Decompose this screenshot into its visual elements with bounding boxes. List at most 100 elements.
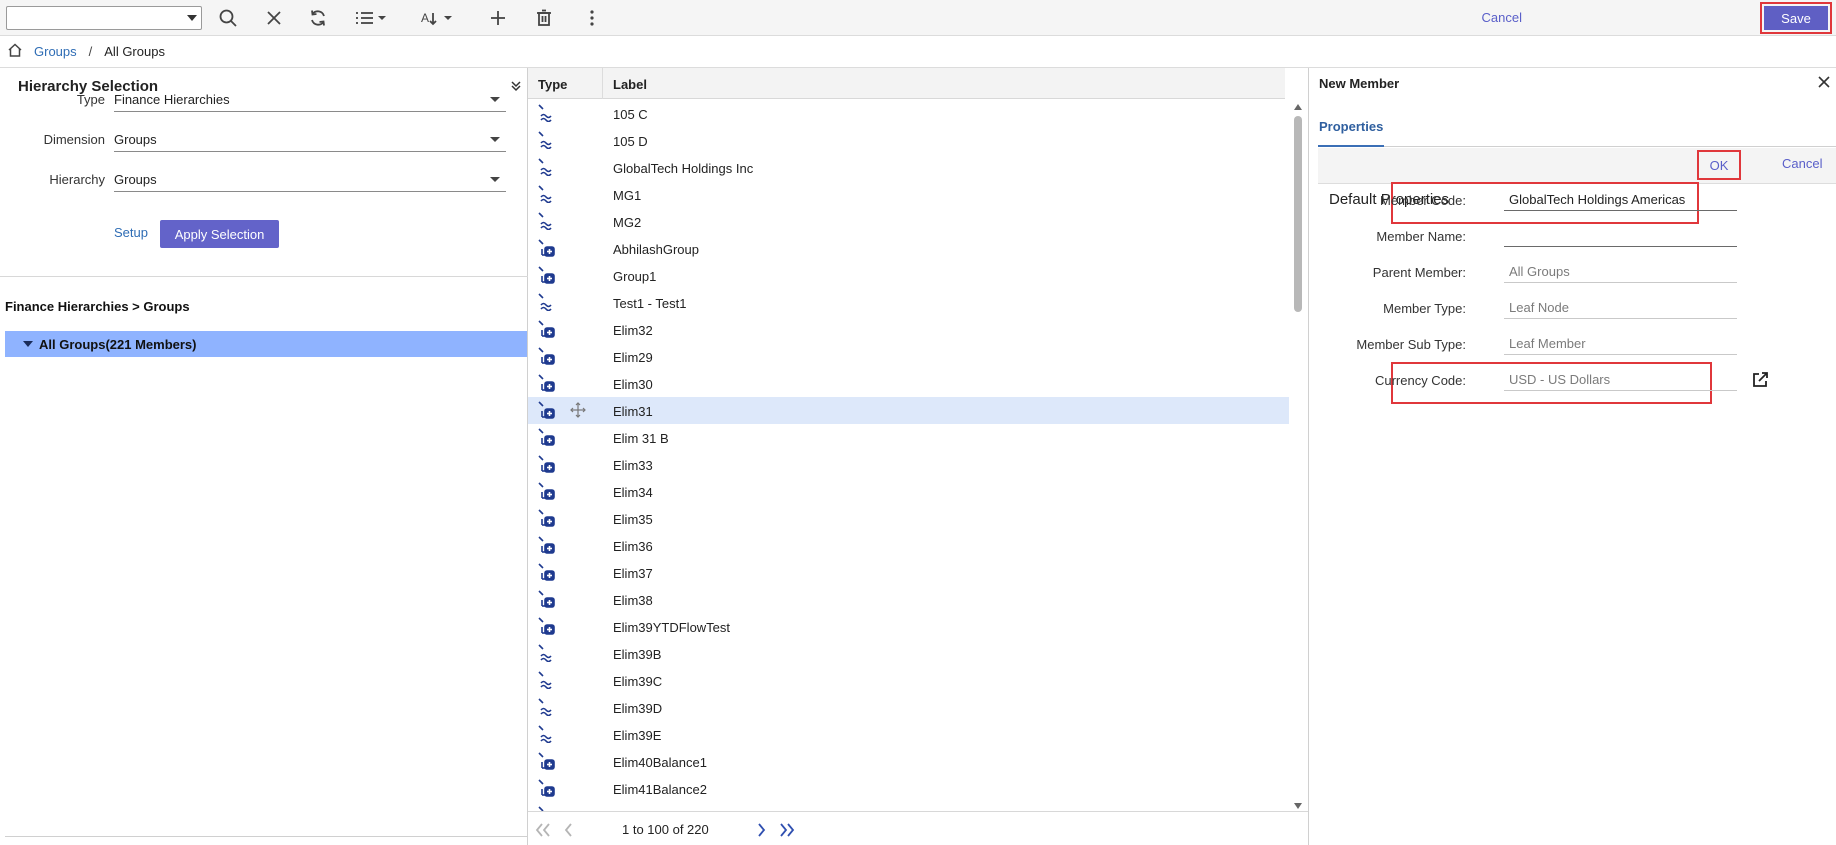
add-member-icon (538, 455, 556, 473)
top-toolbar: A Cancel Save (0, 0, 1836, 36)
add-member-icon (538, 779, 556, 797)
add-member-icon (538, 374, 556, 392)
sort-icon[interactable]: A (420, 6, 456, 30)
chevron-down-icon (490, 97, 500, 102)
chevron-down-icon (490, 137, 500, 142)
table-row[interactable]: Elim36 (528, 532, 1289, 559)
parent-member-icon (538, 725, 556, 744)
divider (5, 836, 527, 837)
dimension-value: Groups (114, 132, 157, 147)
table-row[interactable]: Elim 31 B (528, 424, 1289, 451)
toolbar-cancel-link[interactable]: Cancel (1482, 10, 1522, 25)
first-page-icon[interactable] (534, 821, 552, 839)
hierarchy-dropdown[interactable]: Groups (114, 168, 506, 192)
external-link-icon[interactable] (1751, 371, 1769, 389)
member-name-row: Member Name: (1310, 219, 1836, 255)
column-separator[interactable] (602, 68, 603, 99)
home-icon[interactable] (8, 43, 22, 60)
save-button[interactable]: Save (1764, 6, 1828, 30)
expand-triangle-icon[interactable] (23, 341, 33, 347)
column-header-label[interactable]: Label (613, 77, 647, 92)
table-row[interactable]: 105 C (528, 100, 1289, 127)
member-sub-type-label: Member Sub Type: (1356, 337, 1466, 352)
table-row[interactable]: Elim41Balance2 (528, 775, 1289, 802)
row-label: Elim39B (613, 647, 662, 662)
tree-node-all-groups[interactable]: All Groups(221 Members) (5, 331, 527, 357)
row-label: Elim32 (613, 323, 653, 338)
table-row[interactable]: MG1 (528, 181, 1289, 208)
row-label: Elim30 (613, 377, 653, 392)
parent-member-icon (538, 158, 556, 177)
parent-member-icon (538, 104, 556, 123)
save-highlight-box: Save (1760, 2, 1832, 34)
member-code-input[interactable]: GlobalTech Holdings Americas (1504, 187, 1737, 211)
currency-code-value: USD - US Dollars (1504, 367, 1737, 391)
close-icon[interactable] (1816, 74, 1832, 90)
view-selector-dropdown[interactable] (6, 6, 202, 30)
column-header-type[interactable]: Type (538, 77, 567, 92)
member-name-input[interactable] (1504, 223, 1737, 247)
previous-page-icon[interactable] (560, 821, 578, 839)
table-row[interactable]: Test1 - Test1 (528, 289, 1289, 316)
table-row[interactable]: 105 D (528, 127, 1289, 154)
row-label: 105 D (613, 134, 648, 149)
parent-member-label: Parent Member: (1372, 265, 1466, 280)
scrollbar-thumb[interactable] (1294, 116, 1302, 312)
row-label: Elim38 (613, 593, 653, 608)
table-row[interactable]: Elim37 (528, 559, 1289, 586)
table-row[interactable]: Elim39YTDFlowTest (528, 613, 1289, 640)
tab-bar: Properties (1318, 113, 1836, 147)
search-icon[interactable] (216, 6, 240, 30)
new-member-title: New Member (1319, 76, 1400, 91)
table-row[interactable]: MG2 (528, 208, 1289, 235)
table-row[interactable]: Elim38 (528, 586, 1289, 613)
breadcrumb-separator: / (88, 44, 93, 59)
list-view-icon[interactable] (354, 6, 390, 30)
currency-code-label: Currency Code: (1374, 373, 1466, 388)
delete-icon[interactable] (532, 6, 556, 30)
breadcrumb-link-groups[interactable]: Groups (34, 44, 77, 59)
cancel-button[interactable]: Cancel (1782, 156, 1822, 171)
table-row[interactable]: AbhilashGroup (528, 235, 1289, 262)
close-icon[interactable] (262, 6, 286, 30)
scroll-up-icon[interactable] (1294, 104, 1302, 110)
vertical-scrollbar[interactable] (1291, 100, 1305, 811)
ok-button[interactable]: OK (1701, 154, 1737, 176)
row-label: AbhilashGroup (613, 242, 699, 257)
table-row[interactable]: Elim32 (528, 316, 1289, 343)
table-row[interactable]: Elim40Balance1 (528, 748, 1289, 775)
next-page-icon[interactable] (752, 821, 770, 839)
type-dropdown[interactable]: Finance Hierarchies (114, 88, 506, 112)
type-label: Type (76, 92, 105, 107)
add-icon[interactable] (486, 6, 510, 30)
table-row[interactable]: Elim39E (528, 721, 1289, 748)
table-row[interactable]: GlobalTech Holdings Inc (528, 154, 1289, 181)
table-row[interactable]: Elim30 (528, 370, 1289, 397)
scroll-down-icon[interactable] (1294, 803, 1302, 809)
table-row[interactable]: Elim39C (528, 667, 1289, 694)
last-page-icon[interactable] (778, 821, 796, 839)
pager-text: 1 to 100 of 220 (622, 822, 709, 837)
refresh-icon[interactable] (306, 6, 330, 30)
more-icon[interactable] (580, 6, 604, 30)
table-row[interactable]: Elim39B (528, 640, 1289, 667)
table-row[interactable] (528, 802, 1289, 811)
setup-link[interactable]: Setup (114, 225, 148, 240)
row-label: Elim35 (613, 512, 653, 527)
parent-member-value: All Groups (1504, 259, 1737, 283)
table-row[interactable]: Elim29 (528, 343, 1289, 370)
breadcrumb-current: All Groups (104, 44, 165, 59)
table-row[interactable]: Elim33 (528, 451, 1289, 478)
dimension-dropdown[interactable]: Groups (114, 128, 506, 152)
dimension-row: Dimension Groups (0, 128, 528, 152)
table-row[interactable]: Elim39D (528, 694, 1289, 721)
add-member-icon (538, 239, 556, 257)
table-row[interactable]: Group1 (528, 262, 1289, 289)
table-row[interactable]: Elim35 (528, 505, 1289, 532)
drag-handle-icon[interactable] (570, 402, 586, 418)
table-row[interactable]: Elim31 (528, 397, 1289, 424)
tab-properties[interactable]: Properties (1318, 113, 1385, 147)
table-row[interactable]: Elim34 (528, 478, 1289, 505)
add-member-icon (538, 347, 556, 365)
apply-selection-button[interactable]: Apply Selection (160, 220, 279, 248)
